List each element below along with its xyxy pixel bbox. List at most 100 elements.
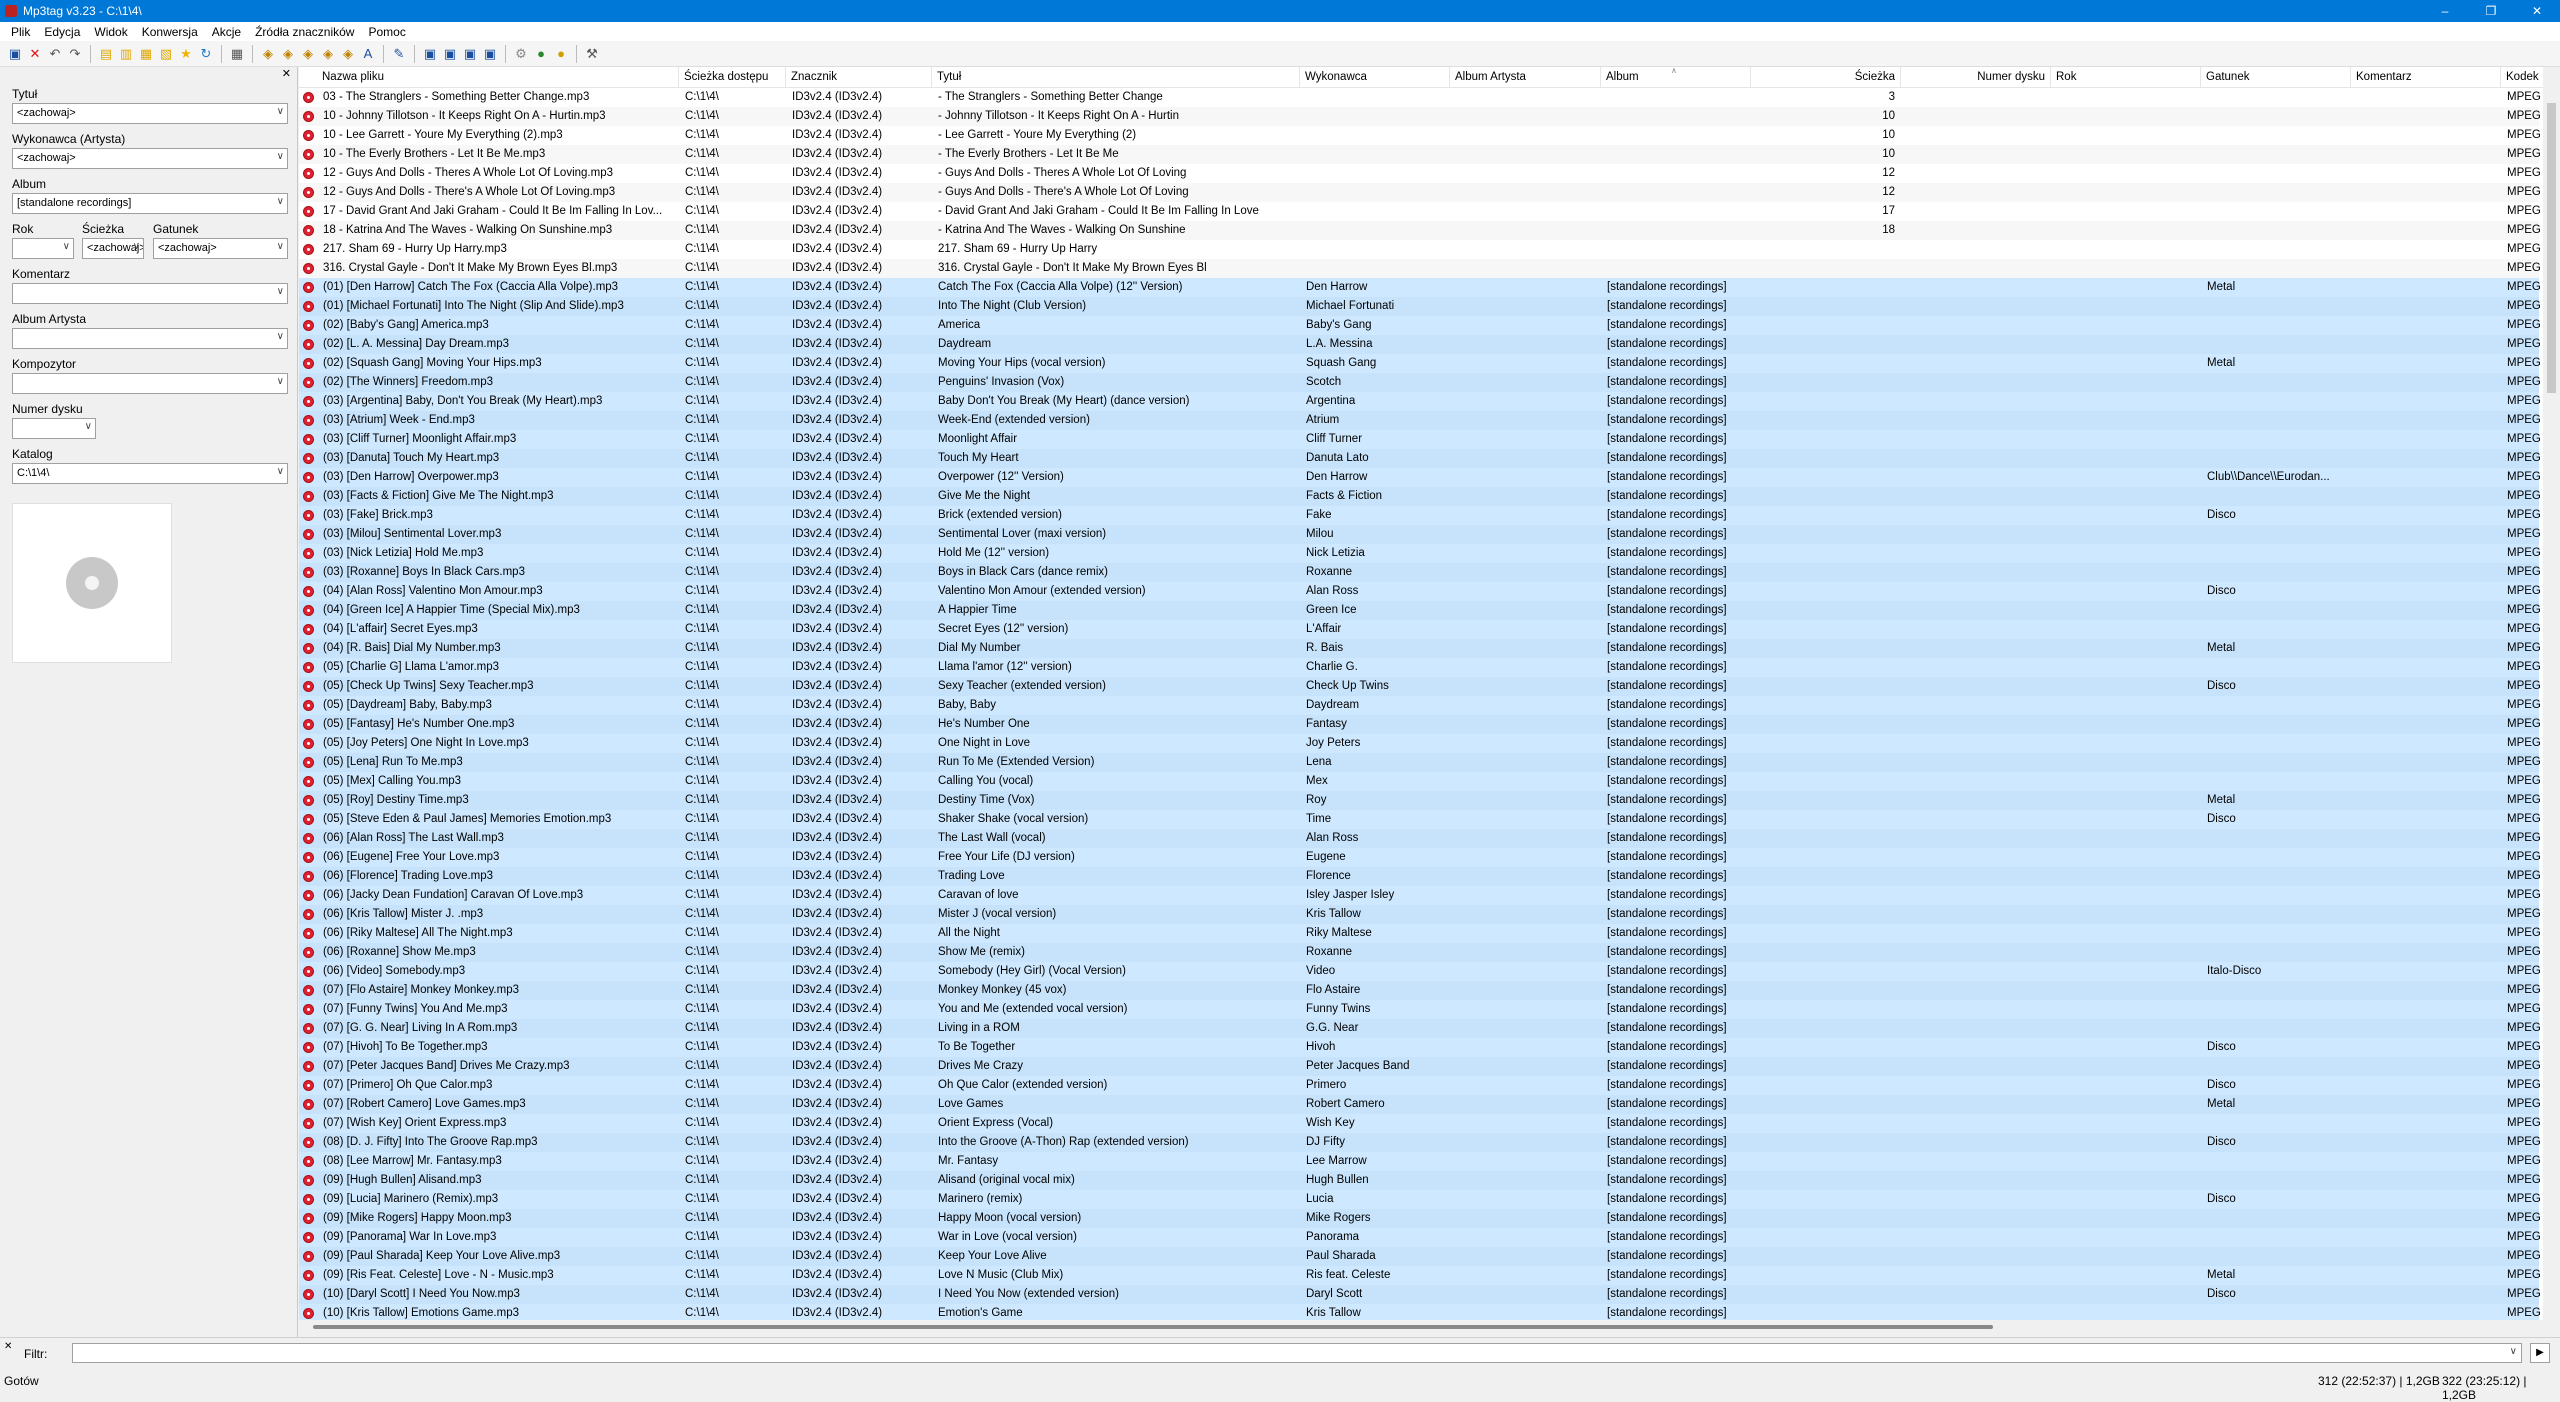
table-row[interactable]: (06) [Video] Somebody.mp3 C:\1\4\ ID3v2.4 … <box>299 962 2541 981</box>
table-row[interactable]: (09) [Panorama] War In Love.mp3 C:\1\4\ ID… <box>299 1228 2541 1247</box>
text-tag-icon[interactable]: ◈ <box>299 45 317 63</box>
maximize-button[interactable]: ❐ <box>2468 0 2514 22</box>
close-button[interactable]: ✕ <box>2514 0 2560 22</box>
table-row[interactable]: 10 - Johnny Tillotson - It Keeps Right O… <box>299 107 2541 126</box>
edit-icon[interactable]: ✎ <box>390 45 408 63</box>
menu-tag-sources[interactable]: Źródła znaczników <box>248 25 361 39</box>
table-row[interactable]: (06) [Alan Ross] The Last Wall.mp3 C:\1\4… <box>299 829 2541 848</box>
export-icon[interactable]: ▧ <box>157 45 175 63</box>
table-row[interactable]: (03) [Den Harrow] Overpower.mp3 C:\1\4\ ID… <box>299 468 2541 487</box>
table-row[interactable]: (03) [Nick Letizia] Hold Me.mp3 C:\1\4\ ID… <box>299 544 2541 563</box>
table-row[interactable]: (02) [The Winners] Freedom.mp3 C:\1\4\ ID3… <box>299 373 2541 392</box>
table-row[interactable]: (09) [Hugh Bullen] Alisand.mp3 C:\1\4\ ID3… <box>299 1171 2541 1190</box>
table-row[interactable]: (05) [Fantasy] He's Number One.mp3 C:\1\4… <box>299 715 2541 734</box>
table-row[interactable]: (03) [Atrium] Week - End.mp3 C:\1\4\ ID3v2… <box>299 411 2541 430</box>
table-row[interactable]: (04) [Alan Ross] Valentino Mon Amour.mp3… <box>299 582 2541 601</box>
minimize-button[interactable]: – <box>2422 0 2468 22</box>
table-row[interactable]: (07) [Flo Astaire] Monkey Monkey.mp3 C:\1… <box>299 981 2541 1000</box>
table-row[interactable]: (06) [Eugene] Free Your Love.mp3 C:\1\4\ I… <box>299 848 2541 867</box>
cover-art[interactable] <box>12 503 172 663</box>
year-field[interactable]: ∨ <box>12 238 74 259</box>
table-row[interactable]: (01) [Den Harrow] Catch The Fox (Caccia … <box>299 278 2541 297</box>
select-all-icon[interactable]: ▦ <box>228 45 246 63</box>
menu-help[interactable]: Pomoc <box>361 25 412 39</box>
table-row[interactable]: (05) [Daydream] Baby, Baby.mp3 C:\1\4\ ID3… <box>299 696 2541 715</box>
genre-field[interactable]: <zachowaj> ∨ <box>153 238 288 259</box>
redo-icon[interactable]: ↷ <box>66 45 84 63</box>
table-row[interactable]: (06) [Jacky Dean Fundation] Caravan Of L… <box>299 886 2541 905</box>
table-row[interactable]: (02) [L. A. Messina] Day Dream.mp3 C:\1\4… <box>299 335 2541 354</box>
composer-field[interactable]: ∨ <box>12 373 288 394</box>
table-row[interactable]: (09) [Paul Sharada] Keep Your Love Alive… <box>299 1247 2541 1266</box>
album-artist-field[interactable]: ∨ <box>12 328 288 349</box>
table-row[interactable]: (07) [Primero] Oh Que Calor.mp3 C:\1\4\ ID… <box>299 1076 2541 1095</box>
table-row[interactable]: (05) [Steve Eden & Paul James] Memories … <box>299 810 2541 829</box>
scroll-thumb[interactable] <box>2547 103 2556 393</box>
table-row[interactable]: (04) [Green Ice] A Happier Time (Special… <box>299 601 2541 620</box>
table-row[interactable]: (03) [Milou] Sentimental Lover.mp3 C:\1\4… <box>299 525 2541 544</box>
remove-tag-icon[interactable]: ▣ <box>461 45 479 63</box>
table-row[interactable]: (05) [Charlie G] Llama L'amor.mp3 C:\1\4\… <box>299 658 2541 677</box>
track-field[interactable]: <zachowaj> ∨ <box>82 238 144 259</box>
filter-go-button[interactable]: ▶ <box>2530 1343 2550 1363</box>
table-row[interactable]: (02) [Squash Gang] Moving Your Hips.mp3 C… <box>299 354 2541 373</box>
playlist-icon[interactable]: ▦ <box>137 45 155 63</box>
case-icon[interactable]: A <box>359 45 377 63</box>
column-album-artist[interactable]: Album Artysta <box>1450 67 1601 88</box>
web-sources-icon[interactable]: ● <box>552 45 570 63</box>
tag-sources-icon[interactable]: ▣ <box>481 45 499 63</box>
autonumber-icon[interactable]: ◈ <box>339 45 357 63</box>
table-row[interactable]: (02) [Baby's Gang] America.mp3 C:\1\4\ ID3… <box>299 316 2541 335</box>
table-row[interactable]: (07) [Hivoh] To Be Together.mp3 C:\1\4\ ID… <box>299 1038 2541 1057</box>
artist-field[interactable]: <zachowaj> ∨ <box>12 148 288 169</box>
table-row[interactable]: (03) [Facts & Fiction] Give Me The Night… <box>299 487 2541 506</box>
favorite-icon[interactable]: ★ <box>177 45 195 63</box>
horizontal-scrollbar[interactable] <box>299 1320 2543 1334</box>
table-row[interactable]: (06) [Florence] Trading Love.mp3 C:\1\4\ I… <box>299 867 2541 886</box>
table-row[interactable]: (03) [Danuta] Touch My Heart.mp3 C:\1\4\ I… <box>299 449 2541 468</box>
paste-tag-icon[interactable]: ▣ <box>441 45 459 63</box>
album-field[interactable]: [standalone recordings] ∨ <box>12 193 288 214</box>
vertical-scrollbar[interactable] <box>2543 67 2560 1332</box>
table-row[interactable]: (03) [Cliff Turner] Moonlight Affair.mp3… <box>299 430 2541 449</box>
column-tag[interactable]: Znacznik <box>786 67 932 88</box>
table-row[interactable]: (05) [Mex] Calling You.mp3 C:\1\4\ ID3v2.4… <box>299 772 2541 791</box>
table-row[interactable]: (08) [Lee Marrow] Mr. Fantasy.mp3 C:\1\4\… <box>299 1152 2541 1171</box>
comment-field[interactable]: ∨ <box>12 283 288 304</box>
disc-number-field[interactable]: ∨ <box>12 418 96 439</box>
menu-view[interactable]: Widok <box>87 25 134 39</box>
table-row[interactable]: (07) [Robert Camero] Love Games.mp3 C:\1\… <box>299 1095 2541 1114</box>
table-row[interactable]: (09) [Lucia] Marinero (Remix).mp3 C:\1\4\… <box>299 1190 2541 1209</box>
panel-close-icon[interactable]: ✕ <box>282 67 291 80</box>
title-field[interactable]: <zachowaj> ∨ <box>12 103 288 124</box>
delete-icon[interactable]: ✕ <box>26 45 44 63</box>
column-title[interactable]: Tytuł <box>932 67 1300 88</box>
table-row[interactable]: 316. Crystal Gayle - Don't It Make My Br… <box>299 259 2541 278</box>
column-track[interactable]: Ścieżka <box>1751 67 1901 88</box>
menu-convert[interactable]: Konwersja <box>135 25 205 39</box>
table-row[interactable]: 12 - Guys And Dolls - There's A Whole Lo… <box>299 183 2541 202</box>
discogs-icon[interactable]: ● <box>532 45 550 63</box>
hscroll-thumb[interactable] <box>313 1325 1993 1329</box>
table-row[interactable]: 17 - David Grant And Jaki Graham - Could… <box>299 202 2541 221</box>
table-row[interactable]: (07) [G. G. Near] Living In A Rom.mp3 C:\… <box>299 1019 2541 1038</box>
table-row[interactable]: (03) [Fake] Brick.mp3 C:\1\4\ ID3v2.4 (ID3… <box>299 506 2541 525</box>
table-row[interactable]: (05) [Joy Peters] One Night In Love.mp3 C… <box>299 734 2541 753</box>
column-filename[interactable]: Nazwa pliku <box>317 67 679 88</box>
table-row[interactable]: 10 - Lee Garrett - Youre My Everything (… <box>299 126 2541 145</box>
copy-tag-icon[interactable]: ▣ <box>421 45 439 63</box>
refresh-icon[interactable]: ↻ <box>197 45 215 63</box>
tag-tag-icon[interactable]: ◈ <box>319 45 337 63</box>
table-row[interactable]: (05) [Check Up Twins] Sexy Teacher.mp3 C:… <box>299 677 2541 696</box>
table-row[interactable]: (06) [Riky Maltese] All The Night.mp3 C:\… <box>299 924 2541 943</box>
table-row[interactable]: (06) [Kris Tallow] Mister J. .mp3 C:\1\4\… <box>299 905 2541 924</box>
table-row[interactable]: (10) [Daryl Scott] I Need You Now.mp3 C:\… <box>299 1285 2541 1304</box>
table-row[interactable]: (04) [R. Bais] Dial My Number.mp3 C:\1\4\… <box>299 639 2541 658</box>
settings-icon[interactable]: ⚒ <box>583 45 601 63</box>
table-row[interactable]: 10 - The Everly Brothers - Let It Be Me.… <box>299 145 2541 164</box>
directory-field[interactable]: C:\1\4\ ∨ <box>12 463 288 484</box>
table-row[interactable]: (01) [Michael Fortunati] Into The Night … <box>299 297 2541 316</box>
table-row[interactable]: 217. Sham 69 - Hurry Up Harry.mp3 C:\1\4\… <box>299 240 2541 259</box>
table-row[interactable]: (03) [Argentina] Baby, Don't You Break (… <box>299 392 2541 411</box>
table-row[interactable]: (09) [Ris Feat. Celeste] Love - N - Musi… <box>299 1266 2541 1285</box>
